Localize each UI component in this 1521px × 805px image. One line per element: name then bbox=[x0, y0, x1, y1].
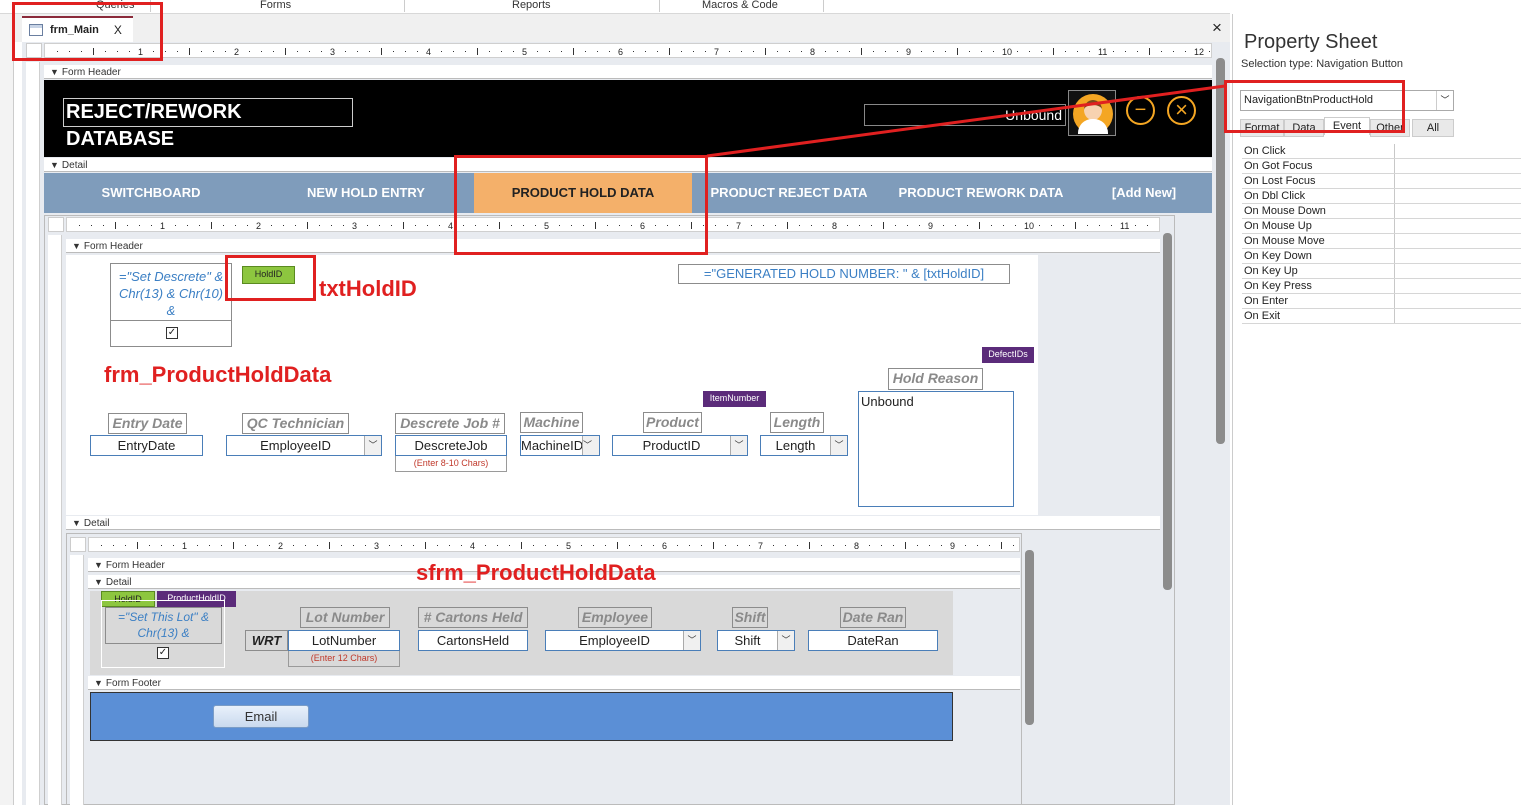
annotation-sfrm-product-hold-data: sfrm_ProductHoldData bbox=[416, 560, 656, 585]
annotation-frm-product-hold-data: frm_ProductHoldData bbox=[104, 362, 332, 387]
annotation-txtholdid: txtHoldID bbox=[319, 276, 417, 301]
annotation-box-tab bbox=[12, 2, 163, 61]
annotation-box-nav-button bbox=[454, 155, 708, 255]
annotation-box-holdid bbox=[225, 255, 316, 301]
annotation-box-property bbox=[1224, 80, 1405, 133]
